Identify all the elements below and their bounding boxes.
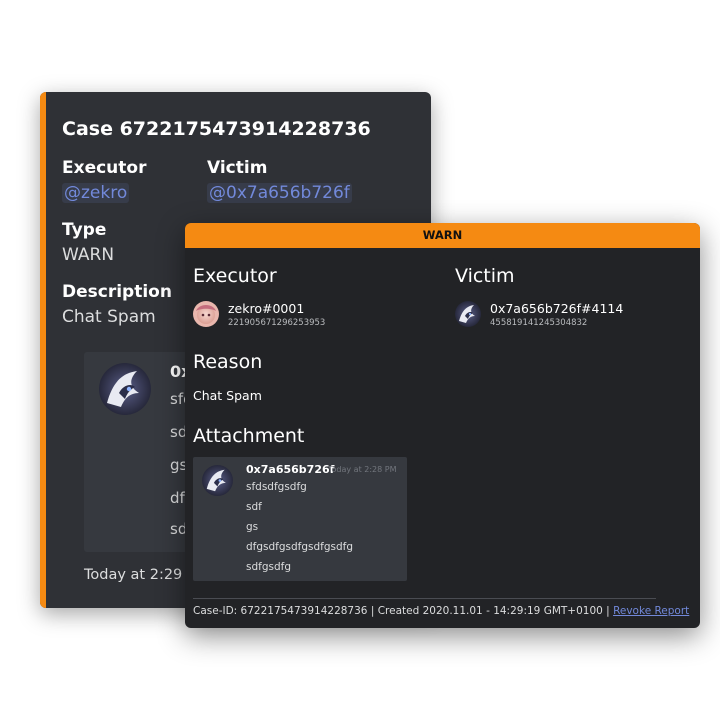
message-timestamp: Today at 2:28 PM [328, 465, 397, 474]
user-tag: zekro#0001 [228, 301, 305, 316]
user-id: 221905671296253953 [228, 318, 326, 328]
field-value: WARN [62, 245, 115, 265]
field-value: Chat Spam [62, 307, 156, 327]
embed-accent-stripe [40, 92, 46, 608]
executor-mention[interactable]: @zekro [62, 183, 130, 203]
report-type-banner: WARN [185, 223, 700, 248]
separator: | [370, 605, 375, 617]
avatar [455, 301, 481, 327]
user-tag: 0x7a656b726f#4114 [490, 301, 624, 316]
reason-text: Chat Spam [193, 388, 262, 403]
avatar [193, 301, 219, 327]
embed-field-type: Type WARN [62, 220, 114, 265]
message-line: sdf [246, 501, 262, 513]
field-name: Type [62, 220, 107, 240]
embed-title: Case 6722175473914228736 [62, 118, 371, 140]
executor-heading: Executor [193, 265, 277, 287]
attachment-image[interactable]: 0x7a656b726f Today at 2:28 PM sfdsdfgsdf… [193, 457, 407, 581]
report-footer: Case-ID: 6722175473914228736 | Created 2… [193, 605, 689, 617]
embed-field-description: Description Chat Spam [62, 282, 172, 327]
embed-field-executor: Executor @zekro [62, 158, 146, 203]
message-author: 0x7a656b726f [246, 463, 335, 476]
created-timestamp: Created 2020.11.01 - 14:29:19 GMT+0100 [377, 605, 603, 617]
message-line: dfgsdfgsdfgsdfgsdfg [246, 541, 354, 553]
field-name: Executor [62, 158, 147, 178]
victim-heading: Victim [455, 265, 515, 287]
revoke-report-link[interactable]: Revoke Report [613, 605, 689, 617]
reason-heading: Reason [193, 351, 263, 373]
avatar [202, 465, 233, 496]
message-line: sdfgsdfg [246, 561, 291, 573]
separator: | [606, 605, 610, 617]
field-name: Description [62, 282, 172, 302]
embed-field-victim: Victim @0x7a656b726f [207, 158, 352, 203]
field-name: Victim [207, 158, 268, 178]
message-line: sfdsdfgsdfg [246, 481, 307, 493]
case-id: Case-ID: 6722175473914228736 [193, 605, 368, 617]
report-card: WARN Executor Victim zekro#0001 22190567… [185, 223, 700, 628]
victim-mention[interactable]: @0x7a656b726f [207, 183, 352, 203]
attachment-heading: Attachment [193, 425, 305, 447]
user-id: 455819141245304832 [490, 318, 588, 328]
avatar [99, 363, 151, 415]
message-line: gs [246, 521, 259, 533]
footer-divider [193, 598, 656, 599]
